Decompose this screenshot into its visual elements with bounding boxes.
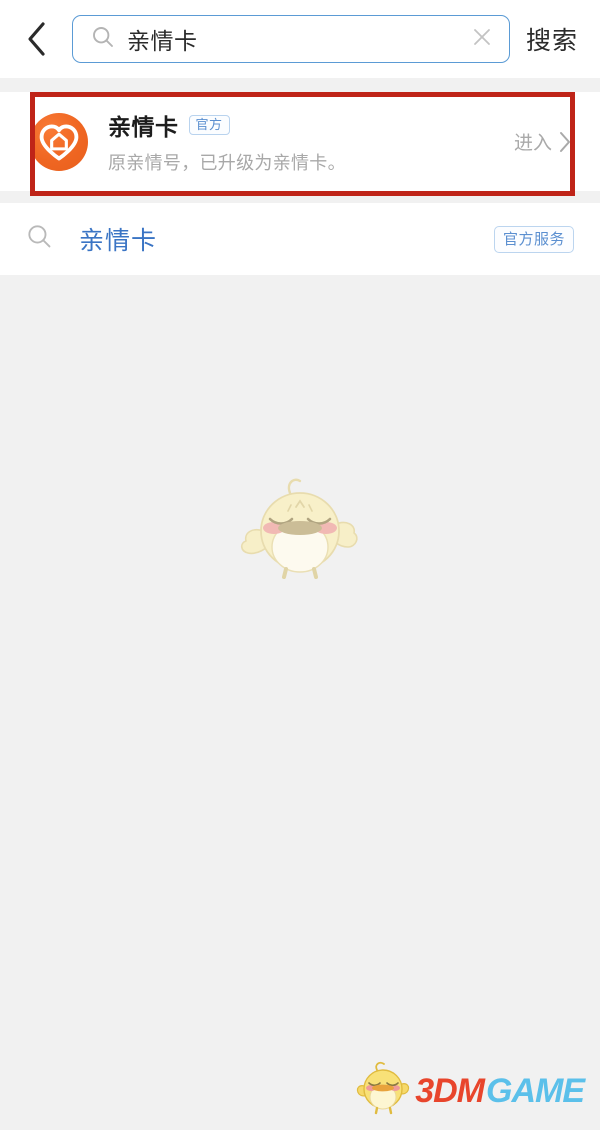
enter-label: 进入 [513, 133, 552, 154]
empty-content-area [0, 275, 600, 1105]
result-card-subtitle: 原亲情号，已升级为亲情卡。 [108, 153, 346, 173]
chevron-left-icon [26, 21, 48, 57]
suggestion-row[interactable]: 亲情卡 官方服务 [0, 203, 600, 275]
watermark-brand-primary: 3DM [415, 1071, 485, 1110]
search-icon [26, 223, 53, 255]
search-icon [91, 25, 115, 54]
heart-home-logo-icon [37, 120, 81, 164]
chick-mascot-illustration [234, 473, 366, 588]
header-separator [0, 78, 600, 92]
result-card-qinqingka[interactable]: 亲情卡 官方 原亲情号，已升级为亲情卡。 进入 [0, 92, 600, 191]
search-header: 亲情卡 搜索 [0, 0, 600, 78]
official-service-badge: 官方服务 [493, 225, 574, 253]
search-results-panel: 亲情卡 官方 原亲情号，已升级为亲情卡。 进入 亲情卡 官方服务 [0, 92, 600, 275]
search-input-field[interactable]: 亲情卡 [72, 15, 510, 63]
suggestion-text: 亲情卡 [79, 227, 158, 255]
watermark-3dmgame: 3DM GAME [355, 1061, 585, 1120]
enter-button[interactable]: 进入 [514, 128, 576, 155]
back-button[interactable] [14, 16, 60, 62]
chick-mascot-icon [355, 1061, 413, 1120]
search-input-value[interactable]: 亲情卡 [127, 22, 457, 56]
search-submit-button[interactable]: 搜索 [522, 21, 578, 57]
chevron-right-icon [558, 130, 572, 154]
result-card-title: 亲情卡 [108, 114, 179, 140]
clear-search-button[interactable] [469, 26, 495, 52]
results-divider [0, 191, 600, 203]
app-logo [30, 112, 88, 171]
official-badge: 官方 [188, 115, 230, 135]
watermark-brand-secondary: GAME [486, 1071, 585, 1110]
result-card-text: 亲情卡 官方 原亲情号，已升级为亲情卡。 [108, 108, 494, 175]
close-icon [471, 26, 493, 53]
result-card-title-row: 亲情卡 官方 [108, 108, 494, 142]
